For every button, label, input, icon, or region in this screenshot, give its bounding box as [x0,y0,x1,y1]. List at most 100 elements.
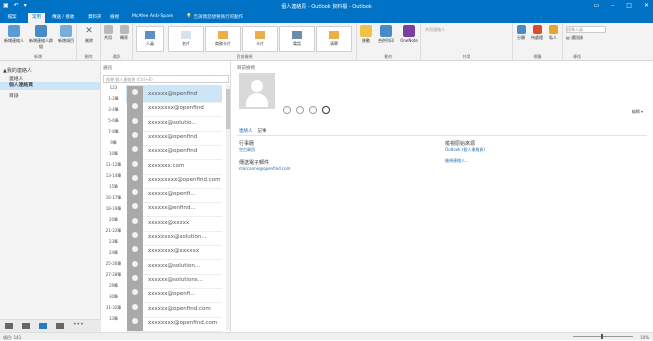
forward-icon [119,25,129,34]
search-people-input[interactable]: 搜尋人員 [566,26,606,33]
view-person-button[interactable]: 人員 [136,26,164,52]
people-icon[interactable] [39,323,47,329]
tell-me-box[interactable]: 💡 告訴我您想要執行的動作 [186,14,243,20]
view-card-button[interactable]: 名片 [168,26,204,52]
tab-home[interactable]: 常用 [28,13,45,23]
index-letter[interactable]: 1-2筆 [103,96,124,102]
tab-mcafee[interactable]: McAfee Anti-Spam [132,14,173,19]
video-icon[interactable] [309,106,317,114]
index-letter[interactable]: 10筆 [103,151,124,157]
index-letter[interactable]: 7-8筆 [103,129,124,135]
tab-folder[interactable]: 資料夾 [88,14,102,20]
index-letter[interactable]: 9筆 [103,140,124,146]
categorize-button[interactable]: 分類 [513,25,529,41]
index-letter[interactable]: 25-26筆 [103,261,124,267]
tab-send-receive[interactable]: 傳送 / 接收 [52,14,74,20]
folder-pane: ▲我的連絡人 連絡人 個人連絡頁 目錄 [0,61,101,319]
scrollbar-thumb[interactable] [226,89,230,129]
ribbon-display-icon[interactable]: ▭ [594,2,600,9]
mail-merge-button[interactable]: 合併列印 [375,25,397,44]
onenote-icon [403,25,415,37]
view-card2-button[interactable]: 卡片 [242,26,278,52]
new-group-button[interactable]: 新增連絡人群組 [28,25,54,50]
index-letter[interactable]: 24筆 [103,250,124,256]
list-scrollbar[interactable] [226,85,230,330]
contact-list-item[interactable]: xxxxxxxx@openfind.com [126,314,222,332]
phone-call-icon[interactable] [296,106,304,114]
nav-item-contacts[interactable]: 連絡人 [9,75,23,82]
private-button[interactable]: 私人 [545,25,561,41]
alphabet-index: 123 1-2筆 3-4筆 5-6筆 7-8筆 9筆 10筆 11-12筆 13-14筆 15筆 1… [103,85,124,330]
index-letter[interactable]: 21-22筆 [103,228,124,234]
index-letter[interactable]: 3-4筆 [103,107,124,113]
calendar-icon[interactable] [22,323,30,329]
chat-icon[interactable] [283,106,291,114]
index-letter[interactable]: 23筆 [103,239,124,245]
contact-name: xxxxxx@openfi... [148,291,196,298]
tab-file[interactable]: 檔案 [0,14,24,23]
reading-pane: 目前檢視 編輯 ▾ 連絡人 記事 行事曆 空白資訊 傳送電子郵件 marconn… [231,61,653,332]
new-contact-icon [8,25,20,37]
new-contact-button[interactable]: 新增連絡人 [1,25,27,44]
view-business-button[interactable]: 商務卡片 [205,26,241,52]
tab-contact[interactable]: 連絡人 [239,128,253,134]
index-letter[interactable]: 31-32筆 [103,305,124,311]
index-letter[interactable]: 27-28筆 [103,272,124,278]
calendar-field: 行事曆 空白資訊 [239,141,255,152]
index-letter[interactable]: 18-19筆 [103,206,124,212]
onenote-button[interactable]: OneNote [397,25,421,43]
move-button[interactable]: 移動 [357,25,375,44]
index-letter[interactable]: 123 [103,85,124,90]
tasks-icon[interactable] [56,323,64,329]
my-contacts-header[interactable]: ▲我的連絡人 [3,67,32,74]
address-book-button[interactable]: ▤ 通訊錄 [566,35,583,41]
follow-up-button[interactable]: 待處理 [529,25,545,41]
reading-tabs: 連絡人 記事 [239,128,267,134]
nav-item-directory[interactable]: 目錄 [9,92,19,99]
close-icon[interactable]: ✕ [644,2,649,9]
index-letter[interactable]: 13-14筆 [103,173,124,179]
index-letter[interactable]: 15筆 [103,184,124,190]
index-letter[interactable]: 11-12筆 [103,162,124,168]
group-actions: 移動 合併列印 OneNote 動作 [357,23,421,61]
group-find: 搜尋人員 ▤ 通訊錄 尋找 [563,23,653,61]
ribbon: 新增連絡人 新增連絡人群組 新增項目 新增 ✕ 刪除 刪除 共用 轉寄 通訊 人… [0,23,653,61]
mail-icon[interactable] [5,323,13,329]
minimize-icon[interactable]: – [611,2,614,9]
tab-view[interactable]: 檢視 [110,14,119,20]
contact-name: xxxxxx@solution... [148,262,201,269]
contact-name: xxxxxxxxx@openfind.com [148,176,221,183]
contact-name: xxxxxxxx@solution... [148,234,207,240]
new-items-button[interactable]: 新增項目 [55,25,77,44]
new-items-icon [60,25,72,37]
contact-name: xxxxxx@openfi... [148,191,196,198]
group-new: 新增連絡人 新增連絡人群組 新增項目 新增 [0,23,77,61]
index-letter[interactable]: 29筆 [103,283,124,289]
view-list-button[interactable]: 清單 [316,26,352,52]
edit-link[interactable]: 編輯 ▾ [632,109,643,115]
move-icon [360,25,372,37]
share-contacts-button[interactable]: 共用連絡人 [425,27,509,33]
index-letter[interactable]: 30筆 [103,294,124,300]
nav-item-personal-contacts[interactable]: 個人連絡頁 [0,82,100,90]
group-tags: 分類 待處理 私人 標籤 [513,23,563,61]
forward-button[interactable]: 轉寄 [116,25,132,41]
index-letter[interactable]: 16-17筆 [103,195,124,201]
status-bar: 項目: 141 10% [0,332,653,340]
tab-notes[interactable]: 記事 [258,128,267,134]
view-phone-button[interactable]: 電話 [279,26,315,52]
more-icon[interactable]: ••• [73,321,84,328]
maximize-icon[interactable]: □ [626,2,632,9]
index-letter[interactable]: 5-6筆 [103,118,124,124]
lock-icon [548,25,558,34]
delete-button[interactable]: ✕ 刪除 [78,25,100,44]
share-button[interactable]: 共用 [101,25,115,41]
title-bar: ▣ ↶ ▾ 個人連絡頁 - Outlook 資料檔 - Outlook ▭ – … [0,0,653,12]
zoom-slider[interactable] [573,334,633,339]
search-input[interactable]: 搜尋 個人連絡頁 (Ctrl+E) [103,75,229,83]
index-letter[interactable]: 20筆 [103,217,124,223]
contact-actions [283,106,330,114]
index-letter[interactable]: 33筆 [103,316,124,322]
email-icon[interactable] [322,106,330,114]
navigation-bar: ••• [0,319,101,332]
